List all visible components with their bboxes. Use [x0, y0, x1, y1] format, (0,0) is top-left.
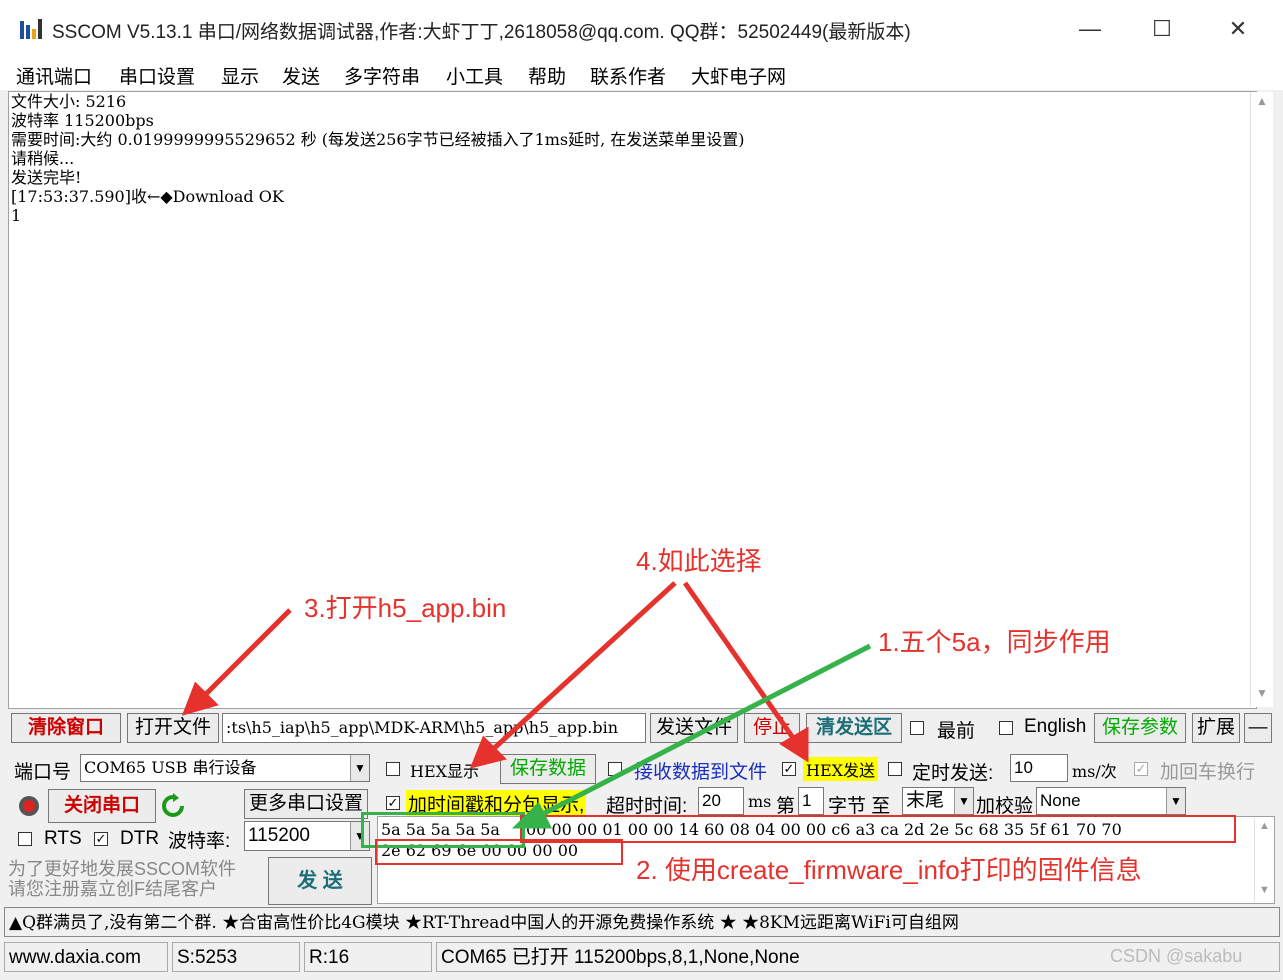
arrow-open-file — [198, 608, 292, 702]
annotation-sync: 1.五个5a，同步作用 — [878, 627, 1111, 657]
arrow-hex-send — [682, 581, 801, 747]
arrow-sync — [533, 643, 872, 821]
annotation-select: 4.如此选择 — [636, 546, 762, 576]
arrow-hex-display — [488, 581, 677, 754]
annotation-arrows — [181, 581, 872, 829]
annotation-firmware-info: 2. 使用create_firmware_info打印的固件信息 — [636, 855, 1142, 885]
annotation-open-file: 3.打开h5_app.bin — [304, 593, 507, 623]
arrow-head — [511, 801, 553, 829]
arrow-head — [779, 726, 809, 763]
